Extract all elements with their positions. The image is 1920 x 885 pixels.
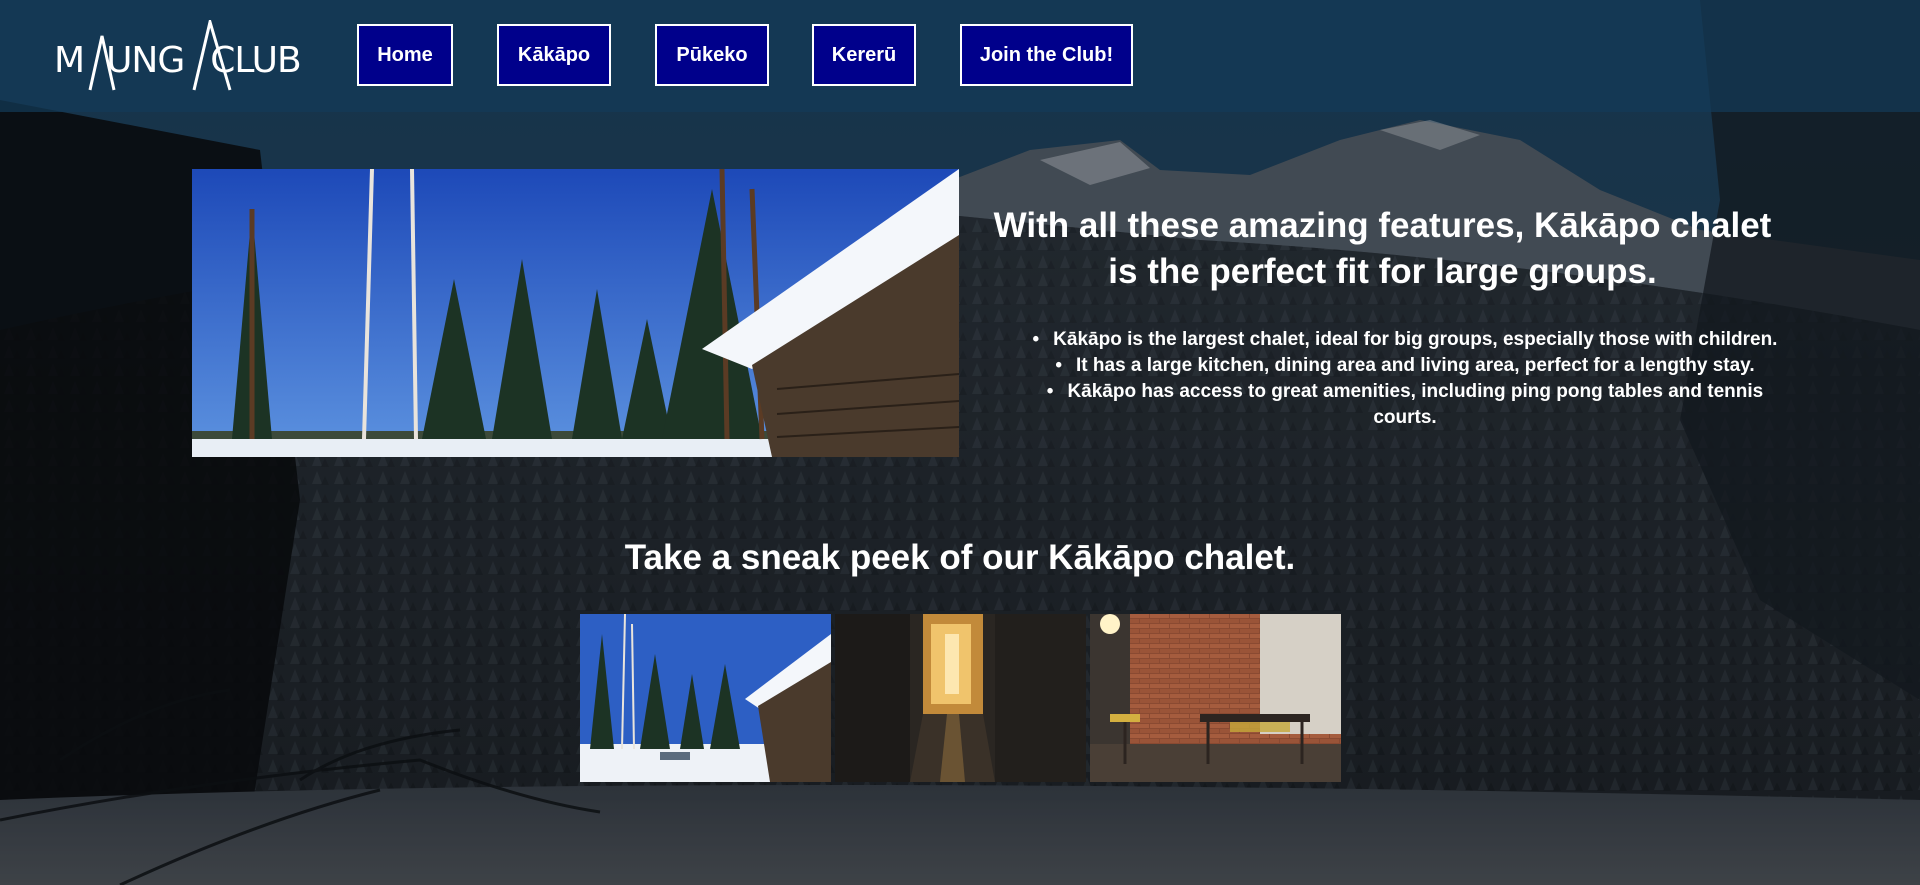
logo-letter-m: M xyxy=(54,40,85,81)
hallway-photo-icon xyxy=(835,614,1086,782)
gallery-thumbnail-kitchen[interactable] xyxy=(1090,614,1341,782)
gallery-heading: Take a sneak peek of our Kākāpo chalet. xyxy=(624,538,1296,577)
gallery-thumbnail-cabin[interactable] xyxy=(580,614,831,782)
logo-letters-ung: UNG xyxy=(106,40,185,81)
site-header: M UNG CLUB Home Kākāpo Pūkeko Kererū Join … xyxy=(0,0,1920,112)
maunga-club-logo[interactable]: M UNG CLUB xyxy=(54,20,324,92)
kitchen-dining-photo-icon xyxy=(1090,614,1341,782)
snowy-cabin-photo-icon xyxy=(580,614,831,782)
chalet-hero-photo xyxy=(192,169,959,457)
feature-list-item: Kākāpo has access to great amenities, in… xyxy=(1010,379,1800,431)
nav-home-button[interactable]: Home xyxy=(357,24,453,86)
nav-kereru-button[interactable]: Kererū xyxy=(812,24,916,86)
nav-kakapo-button[interactable]: Kākāpo xyxy=(497,24,611,86)
logo-wordmark: M UNG CLUB xyxy=(54,40,302,81)
feature-list-item: Kākāpo is the largest chalet, ideal for … xyxy=(1010,327,1800,353)
feature-heading: With all these amazing features, Kākāpo … xyxy=(993,206,1772,291)
nav-pukeko-button[interactable]: Pūkeko xyxy=(655,24,769,86)
nav-join-club-button[interactable]: Join the Club! xyxy=(960,24,1133,86)
feature-list: Kākāpo is the largest chalet, ideal for … xyxy=(1010,327,1800,431)
gallery-thumbnail-hallway[interactable] xyxy=(835,614,1086,782)
snowy-cabin-photo-icon xyxy=(192,169,959,457)
feature-list-item: It has a large kitchen, dining area and … xyxy=(1010,353,1800,379)
logo-letters-club: CLUB xyxy=(210,40,301,81)
